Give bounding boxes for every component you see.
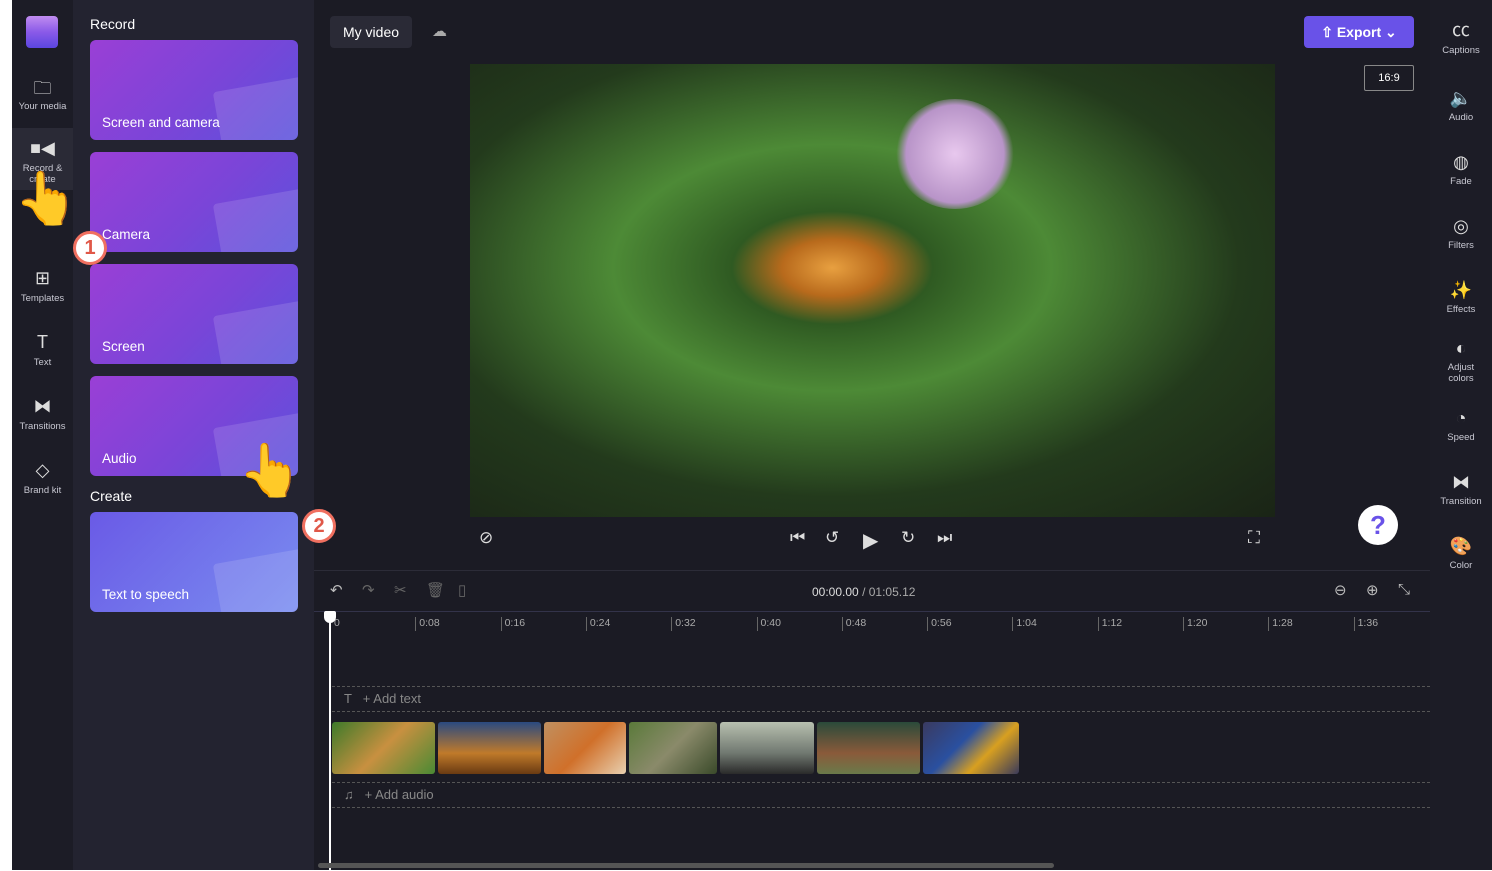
speaker-icon: 🔈 [1449, 88, 1473, 108]
clipchamp-logo [26, 16, 58, 48]
zoom-in-icon[interactable]: ⊕ [1366, 581, 1379, 599]
fullscreen-icon[interactable]: ⛶ [1248, 528, 1260, 548]
contrast-icon: ◐ [1455, 338, 1467, 358]
card-screen-and-camera[interactable]: Screen and camera [90, 40, 298, 140]
speedometer-icon: ◔ [1455, 408, 1467, 428]
project-name[interactable]: My video [330, 16, 413, 48]
forward-5-icon[interactable]: ↻ [901, 528, 915, 548]
rail-your-media[interactable]: 🗀 Your media [12, 66, 73, 128]
transition-icon: ⧓ [1452, 472, 1470, 492]
upload-icon: ⇧ [1321, 24, 1337, 40]
redo-icon[interactable]: ↷ [362, 581, 375, 599]
ruler-tick: 1:04 [1012, 617, 1037, 631]
rail-brand-kit[interactable]: ◇ Brand kit [12, 450, 73, 512]
rewind-5-icon[interactable]: ↺ [825, 528, 839, 548]
clip-tiger[interactable] [544, 722, 626, 774]
rail-templates[interactable]: ⊞ Templates [12, 258, 73, 320]
aspect-ratio-button[interactable]: 16:9 [1364, 65, 1414, 91]
rail-fade[interactable]: ◍ Fade [1430, 152, 1492, 187]
magic-wand-icon: ✨ [1449, 280, 1473, 300]
transitions-icon: ⧓ [33, 396, 52, 416]
fade-icon: ◍ [1453, 152, 1469, 172]
card-screen[interactable]: Screen [90, 264, 298, 364]
rail-effects[interactable]: ✨ Effects [1430, 280, 1492, 315]
ruler-tick: 0:40 [756, 617, 781, 631]
video-preview [470, 64, 1275, 517]
editor-main: My video ☁ ⇧ Export ⌄ 16:9 ⊘ ⏮ ↺ ▶ ↻ ⏭ ⛶… [314, 0, 1430, 871]
ruler-tick: 0:56 [927, 617, 952, 631]
pointer-hand-icon: 👆 [14, 170, 79, 228]
cloud-off-icon: ☁ [432, 23, 447, 40]
ruler-tick: 1:20 [1183, 617, 1207, 631]
export-button[interactable]: ⇧ Export ⌄ [1304, 16, 1414, 48]
video-track [332, 722, 1019, 774]
ruler-tick: 0:16 [500, 617, 525, 631]
add-media-icon[interactable]: ▯ [458, 581, 466, 599]
rail-speed[interactable]: ◔ Speed [1430, 408, 1492, 443]
undo-icon[interactable]: ↶ [330, 581, 343, 599]
record-heading: Record [90, 16, 136, 32]
timeline-scrollbar[interactable] [318, 863, 1054, 868]
zoom-out-icon[interactable]: ⊖ [1334, 581, 1347, 599]
text-track[interactable]: T + Add text [332, 686, 1430, 712]
timeline-ruler[interactable]: 0 0:08 0:16 0:24 0:32 0:40 0:48 0:56 1:04 1:12 1:2… [314, 611, 1430, 635]
left-rail: 🗀 Your media ■◀ Record & create ⊞ Templates… [12, 0, 73, 870]
rail-audio[interactable]: 🔈 Audio [1430, 88, 1492, 123]
rail-captions[interactable]: ㏄ Captions [1430, 16, 1492, 56]
ruler-tick: 0:48 [841, 617, 866, 631]
clip-deer[interactable] [817, 722, 920, 774]
text-track-icon: T [344, 691, 352, 706]
help-button[interactable]: ? [1358, 505, 1398, 545]
rail-color[interactable]: 🎨 Color [1430, 536, 1492, 571]
clip-bird[interactable] [438, 722, 541, 774]
right-rail: ㏄ Captions 🔈 Audio ◍ Fade ◎ Filters ✨ Effects… [1430, 0, 1492, 870]
clip-lizard[interactable] [629, 722, 717, 774]
music-note-icon: ♫ [344, 787, 354, 802]
skip-back-icon[interactable]: ⏮ [790, 528, 805, 548]
rail-text[interactable]: T Text [12, 322, 73, 384]
create-heading: Create [90, 488, 133, 504]
pointer-hand-icon: 👆 [238, 442, 303, 500]
clip-parrot[interactable] [923, 722, 1019, 774]
palette-icon: 🎨 [1449, 536, 1473, 556]
time-readout: 00:00.00 / 01:05.12 [812, 585, 916, 599]
cut-icon[interactable]: ✂ [394, 581, 407, 599]
ruler-tick: 1:36 [1353, 617, 1378, 631]
text-icon: T [37, 332, 48, 352]
ruler-tick: 0:08 [415, 617, 440, 631]
ruler-tick: 1:28 [1268, 617, 1293, 631]
play-icon[interactable]: ▶ [863, 528, 878, 553]
hide-preview-icon[interactable]: ⊘ [479, 528, 493, 548]
brand-kit-icon: ◇ [35, 460, 50, 480]
step-badge-2: 2 [302, 509, 336, 543]
ruler-tick: 0:32 [671, 617, 696, 631]
rail-transitions[interactable]: ⧓ Transitions [12, 386, 73, 448]
fit-icon[interactable]: ⤡ [1398, 581, 1410, 598]
filters-icon: ◎ [1453, 216, 1469, 236]
record-create-panel: Record Screen and camera Camera Screen A… [73, 0, 314, 870]
card-camera[interactable]: Camera [90, 152, 298, 252]
rail-transition[interactable]: ⧓ Transition [1430, 472, 1492, 507]
playhead[interactable] [324, 611, 336, 871]
skip-forward-icon[interactable]: ⏭ [937, 528, 952, 548]
step-badge-1: 1 [73, 231, 107, 265]
clip-water[interactable] [720, 722, 814, 774]
video-camera-icon: ■◀ [30, 138, 55, 158]
audio-track[interactable]: ♫ + Add audio [332, 782, 1430, 808]
ruler-tick: 0:24 [585, 617, 610, 631]
delete-icon[interactable]: 🗑 [426, 581, 445, 599]
ruler-tick: 1:12 [1097, 617, 1122, 631]
clip-butterfly[interactable] [332, 722, 435, 774]
captions-icon: ㏄ [1452, 20, 1470, 40]
templates-icon: ⊞ [34, 268, 51, 288]
card-text-to-speech[interactable]: Text to speech [90, 512, 298, 612]
timeline: ↶ ↷ ✂ 🗑 ▯ 00:00.00 / 01:05.12 ⊖ ⊕ ⤡ 0 0:0… [314, 570, 1430, 871]
rail-adjust-colors[interactable]: ◐ Adjust colors [1430, 338, 1492, 384]
folder-icon: 🗀 [33, 78, 52, 98]
rail-filters[interactable]: ◎ Filters [1430, 216, 1492, 251]
